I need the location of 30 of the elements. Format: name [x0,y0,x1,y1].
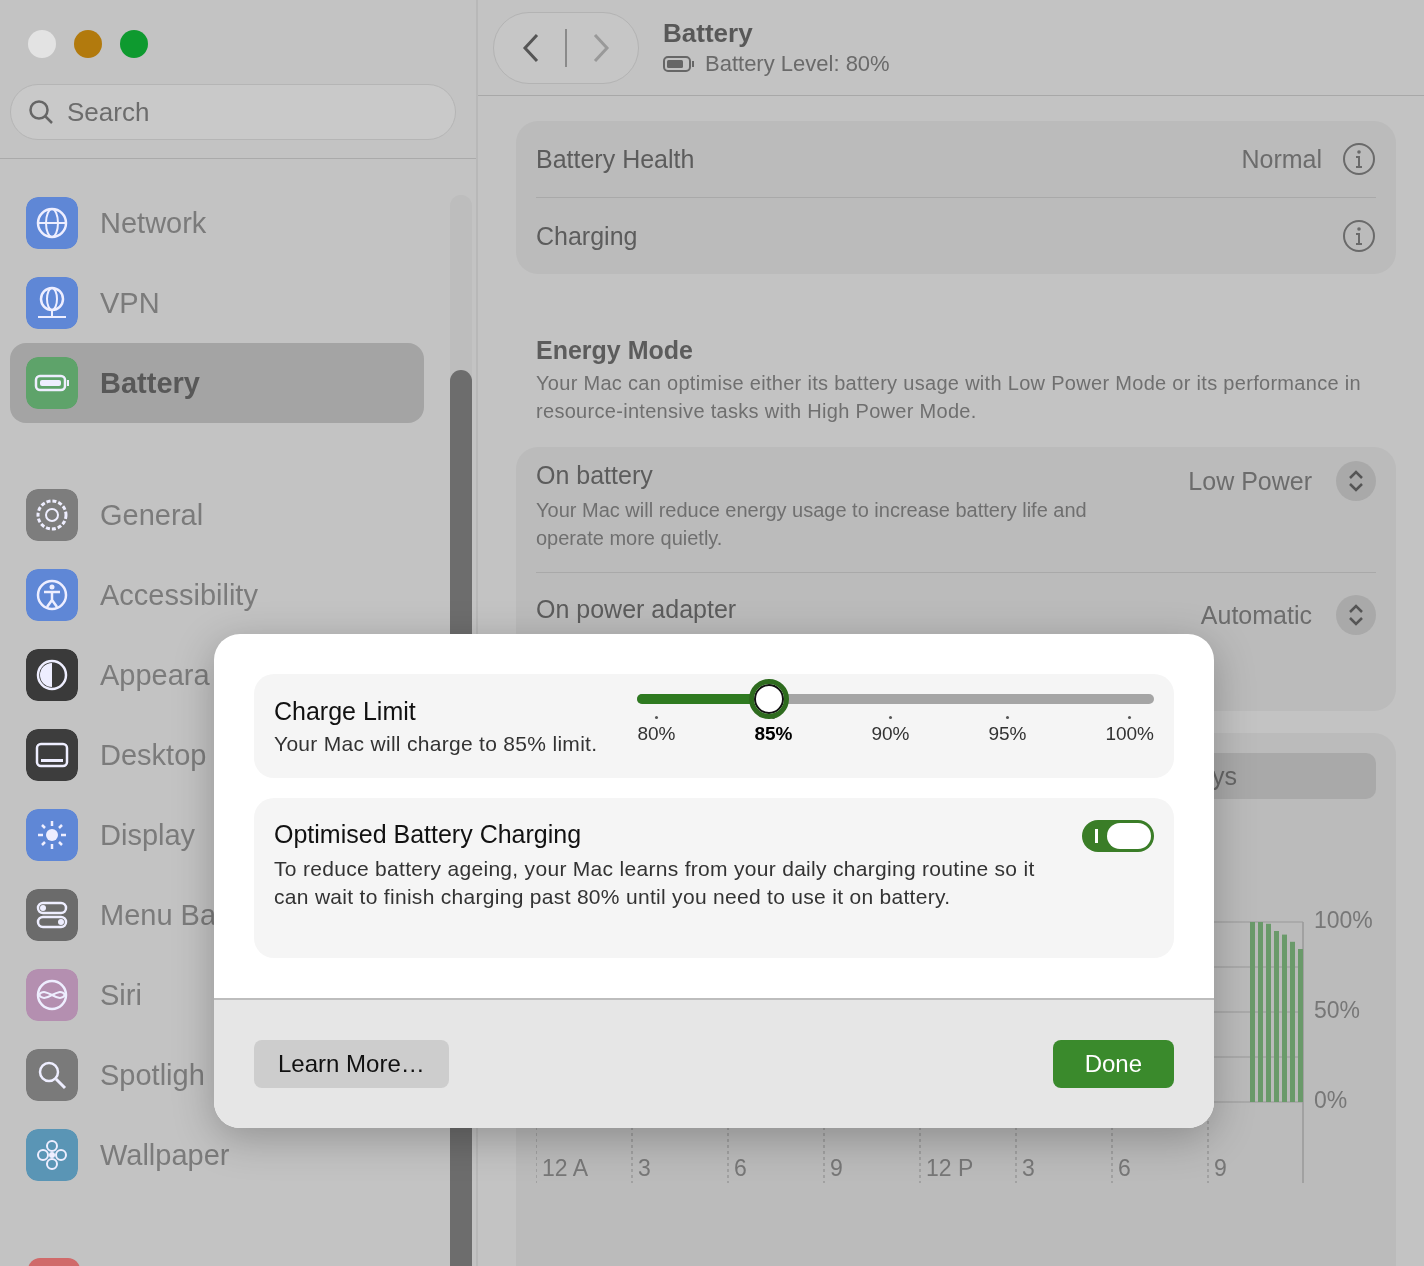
axis-label: 3 [1022,1155,1035,1181]
row-label: Charging [536,221,639,251]
section-description: Your Mac can optimise either its battery usage with Low Power Mode or its performance in resource-intensive tasks with High Power Mode. [536,371,1362,424]
battery-level: Battery Level: 80% [705,51,890,77]
tick-label: 80% [637,722,676,745]
setting-description: Your Mac will charge to 85% limit. [274,731,598,756]
axis-label: 0% [1314,1087,1348,1114]
row-value: Normal [1241,144,1322,174]
axis-label: 6 [1118,1155,1131,1181]
page-title: Battery [663,18,754,49]
axis-label: 6 [734,1155,747,1181]
row-label: On power adapter [536,595,738,624]
row-description: Your Mac will reduce energy usage to increase battery life and operate more quietly. [536,498,1088,551]
axis-label: 12 P [926,1155,974,1181]
tick-label: 95% [988,722,1027,745]
axis-label: 12 A [542,1155,589,1181]
tick-label: 90% [871,722,910,745]
axis-label: 9 [1214,1155,1227,1181]
axis-label: 50% [1314,997,1361,1024]
row-label: Battery Health [536,144,696,174]
axis-label: 9 [830,1155,843,1181]
row-label: On battery [536,461,654,490]
setting-title: Charge Limit [274,696,417,726]
section-title: Energy Mode [536,336,694,365]
setting-description: To reduce battery ageing, your Mac learns from your daily charging routine so it can wait to finish charging past 80% until you need to use it on battery. [274,856,1036,910]
tick-label: 85% [754,722,793,745]
setting-title: Optimised Battery Charging [274,820,583,849]
axis-label: 100% [1314,907,1373,934]
axis-label: 3 [638,1155,651,1181]
tick-label: 100% [1105,722,1154,745]
